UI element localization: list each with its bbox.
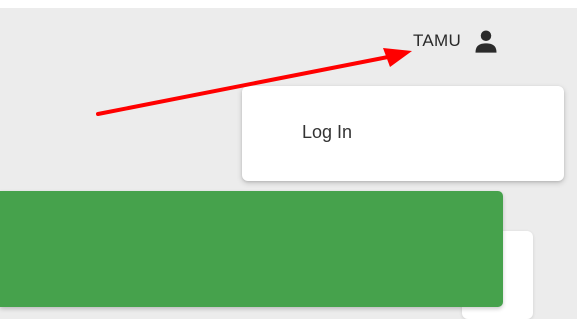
top-strip — [0, 0, 577, 8]
annotation-arrow-head — [383, 48, 412, 67]
user-menu-button[interactable]: TAMU — [413, 24, 501, 58]
user-name-label: TAMU — [413, 31, 462, 50]
login-menu-item[interactable]: Log In — [302, 122, 352, 143]
user-icon — [471, 26, 501, 56]
user-dropdown-menu: Log In — [242, 86, 564, 181]
green-banner — [0, 191, 503, 307]
